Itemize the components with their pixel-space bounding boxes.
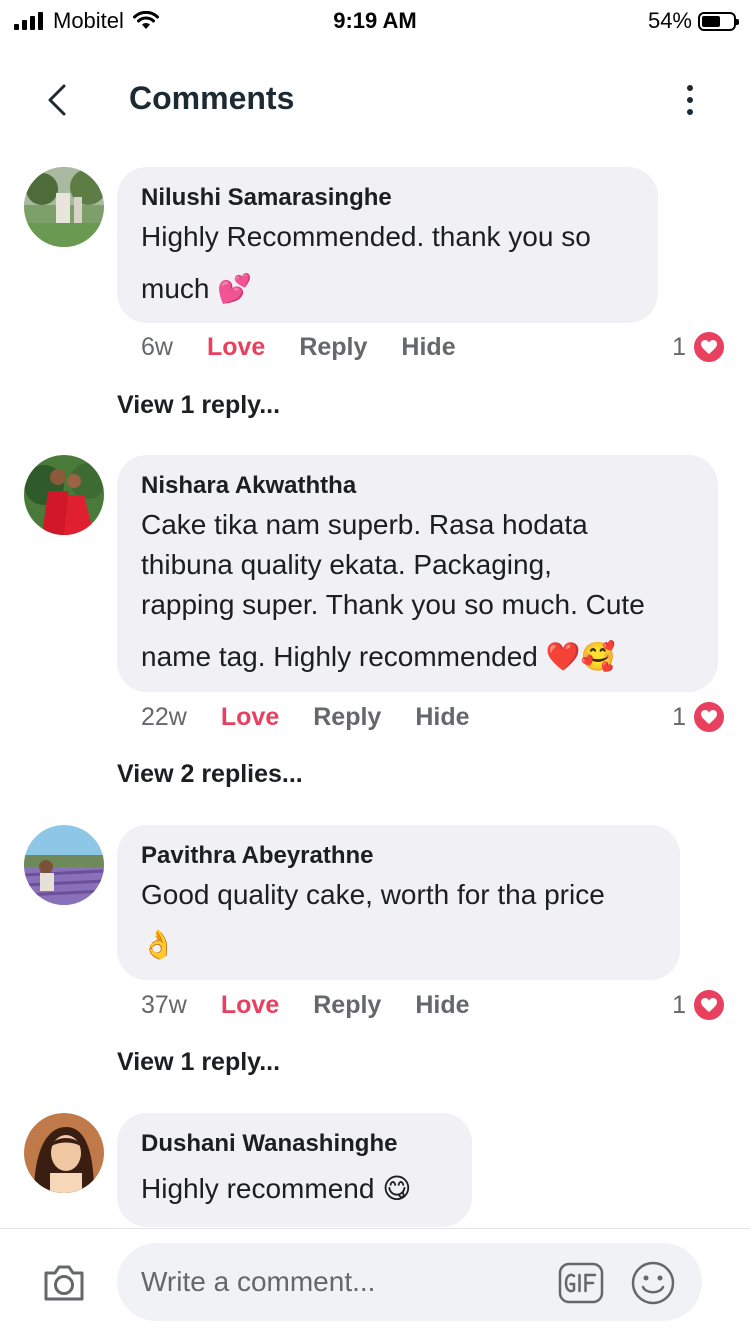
reaction-count[interactable]: 1 [672, 988, 726, 1022]
reply-button[interactable]: Reply [313, 703, 381, 732]
comment-line: thibuna quality ekata. Packaging, [141, 549, 552, 580]
comment-actions: 22w Love Reply Hide [141, 703, 504, 732]
dot [687, 85, 693, 91]
clock: 9:19 AM [333, 8, 417, 33]
comment-bubble[interactable]: Pavithra Abeyrathne Good quality cake, w… [117, 825, 680, 980]
avatar[interactable] [24, 825, 104, 905]
hide-button[interactable]: Hide [401, 333, 455, 362]
avatar-photo [24, 455, 104, 535]
hide-button[interactable]: Hide [415, 991, 469, 1020]
header: Comments [0, 64, 750, 136]
reaction-number: 1 [672, 702, 686, 731]
avatar[interactable] [24, 167, 104, 247]
heart-icon [692, 700, 726, 734]
avatar-photo [24, 1113, 104, 1193]
chevron-left-icon [48, 84, 66, 116]
reaction-number: 1 [672, 332, 686, 361]
comment-author[interactable]: Nilushi Samarasinghe [141, 183, 634, 213]
battery-percent: 54% [647, 8, 692, 33]
heart-icon [692, 988, 726, 1022]
back-button[interactable] [38, 78, 78, 122]
comment-bubble[interactable]: Dushani Wanashinghe Highly recommend 😋 [117, 1113, 472, 1227]
view-replies-link[interactable]: View 1 reply... [117, 1048, 280, 1077]
comment-composer: Write a comment... [0, 1228, 750, 1335]
battery-area: 54% [647, 8, 739, 34]
comment-line: 👌 [141, 929, 176, 960]
reaction-number: 1 [672, 990, 686, 1019]
reply-button[interactable]: Reply [299, 333, 367, 362]
comment-age: 6w [141, 333, 173, 361]
camera-button[interactable] [40, 1259, 88, 1307]
comment-text: Cake tika nam superb. Rasa hodata thibun… [141, 505, 694, 677]
heart-icon [692, 330, 726, 364]
avatar-photo [24, 825, 104, 905]
view-replies-link[interactable]: View 1 reply... [117, 391, 280, 420]
comment-line: name tag. Highly recommended ❤️🥰 [141, 641, 616, 672]
avatar[interactable] [24, 455, 104, 535]
hide-button[interactable]: Hide [415, 703, 469, 732]
comment-text: Good quality cake, worth for tha price 👌 [141, 875, 656, 965]
avatar[interactable] [24, 1113, 104, 1193]
comment-placeholder: Write a comment... [141, 1266, 376, 1297]
gif-icon [558, 1262, 604, 1304]
status-bar: Mobitel 9:19 AM 54% [0, 0, 750, 44]
comment-bubble[interactable]: Nishara Akwaththa Cake tika nam superb. … [117, 455, 718, 692]
comment-actions: 6w Love Reply Hide [141, 333, 490, 362]
comment-actions: 37w Love Reply Hide [141, 991, 504, 1020]
comment-age: 22w [141, 703, 187, 731]
comment-line: Cake tika nam superb. Rasa hodata [141, 509, 588, 540]
comment-line: Highly recommend 😋 [141, 1173, 412, 1204]
love-button[interactable]: Love [221, 703, 279, 732]
comment-author[interactable]: Pavithra Abeyrathne [141, 841, 656, 871]
love-button[interactable]: Love [207, 333, 265, 362]
reaction-count[interactable]: 1 [672, 700, 726, 734]
comment-line: Highly Recommended. thank you so [141, 221, 591, 252]
comment-line: much 💕 [141, 273, 253, 304]
reaction-count[interactable]: 1 [672, 330, 726, 364]
more-options-button[interactable] [670, 78, 710, 122]
comment-line: rapping super. Thank you so much. Cute [141, 589, 645, 620]
comment-text: Highly Recommended. thank you so much 💕 [141, 217, 634, 309]
avatar-photo [24, 167, 104, 247]
page-title: Comments [129, 80, 295, 116]
dot [687, 109, 693, 115]
comment-bubble[interactable]: Nilushi Samarasinghe Highly Recommended.… [117, 167, 658, 323]
comment-input[interactable]: Write a comment... [117, 1243, 702, 1321]
comment-author[interactable]: Dushani Wanashinghe [141, 1129, 448, 1159]
battery-icon [698, 11, 739, 31]
emoji-button[interactable] [630, 1260, 676, 1306]
comment-line: Good quality cake, worth for tha price [141, 879, 605, 910]
view-replies-link[interactable]: View 2 replies... [117, 760, 303, 789]
reply-button[interactable]: Reply [313, 991, 381, 1020]
comment-author[interactable]: Nishara Akwaththa [141, 471, 694, 501]
smiley-icon [631, 1261, 675, 1305]
love-button[interactable]: Love [221, 991, 279, 1020]
comment-age: 37w [141, 991, 187, 1019]
dot [687, 97, 693, 103]
comment-text: Highly recommend 😋 [141, 1169, 448, 1209]
gif-button[interactable] [557, 1261, 605, 1305]
camera-icon [44, 1265, 84, 1301]
